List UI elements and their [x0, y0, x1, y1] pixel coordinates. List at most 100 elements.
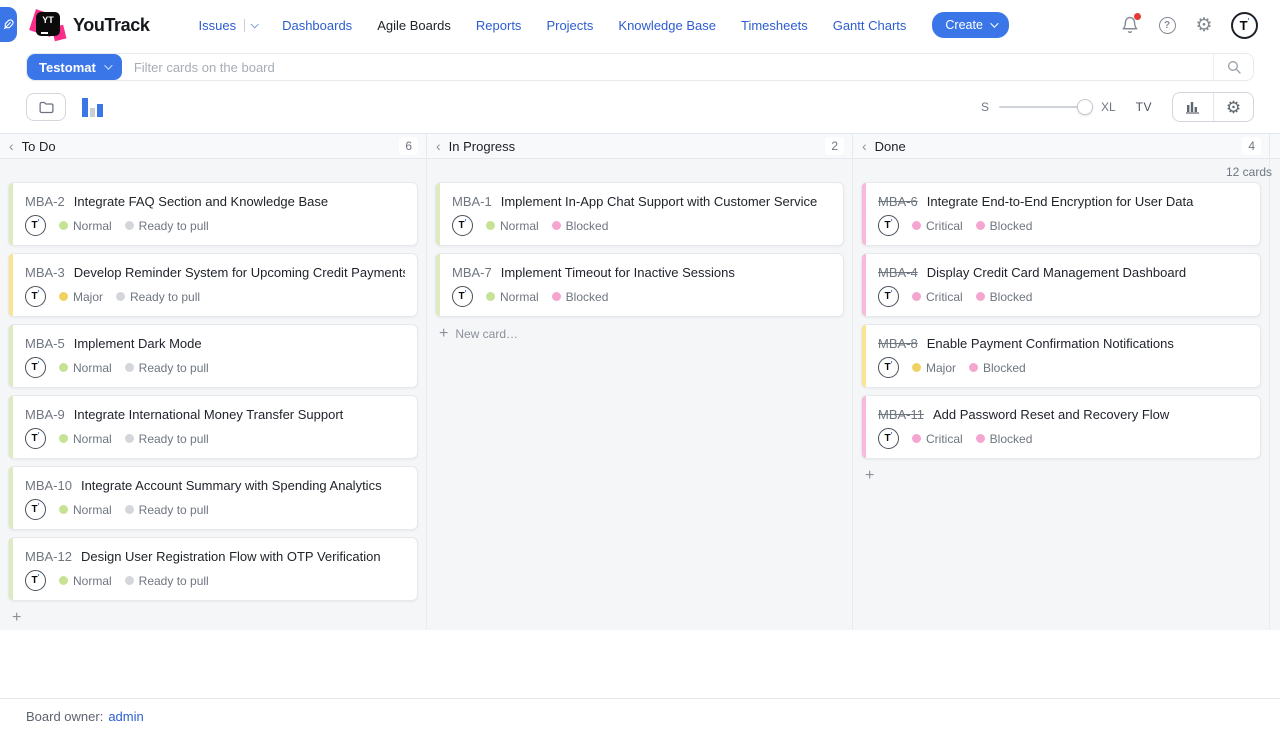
card-id[interactable]: MBA-4 — [878, 265, 918, 280]
column-to-do: MBA-2 Integrate FAQ Section and Knowledg… — [0, 159, 427, 630]
card-id[interactable]: MBA-5 — [25, 336, 65, 351]
card-title[interactable]: Implement Dark Mode — [74, 336, 202, 351]
board-card[interactable]: MBA-6 Integrate End-to-End Encryption fo… — [861, 182, 1261, 246]
card-title[interactable]: Integrate End-to-End Encryption for User… — [927, 194, 1194, 209]
card-id[interactable]: MBA-11 — [878, 407, 924, 422]
nav-item-reports[interactable]: Reports — [476, 18, 522, 33]
collapse-column-icon[interactable]: ‹ — [862, 139, 867, 153]
nav-item-projects[interactable]: Projects — [546, 18, 593, 33]
filter-cards-input[interactable] — [122, 54, 1213, 80]
create-button[interactable]: Create — [932, 12, 1009, 38]
board-card[interactable]: MBA-10 Integrate Account Summary with Sp… — [8, 466, 418, 530]
card-title[interactable]: Integrate Account Summary with Spending … — [81, 478, 382, 493]
assignee-avatar[interactable]: T' — [25, 570, 46, 591]
priority-badge: Normal — [59, 503, 112, 517]
assignee-avatar[interactable]: T' — [878, 428, 899, 449]
assignee-avatar[interactable]: T' — [25, 499, 46, 520]
card-title[interactable]: Integrate International Money Transfer S… — [74, 407, 344, 422]
priority-dot — [486, 292, 495, 301]
nav-item-issues[interactable]: Issues — [199, 18, 258, 33]
nav-item-knowledge-base[interactable]: Knowledge Base — [618, 18, 716, 33]
assignee-avatar[interactable]: T' — [452, 215, 473, 236]
board-card[interactable]: MBA-9 Integrate International Money Tran… — [8, 395, 418, 459]
column-name: Done — [875, 139, 906, 154]
board-selector-button[interactable]: Testomat — [27, 54, 122, 80]
app-title[interactable]: YouTrack — [73, 15, 150, 36]
youtrack-logo-icon[interactable]: YT — [34, 10, 64, 40]
state-label: Ready to pull — [139, 219, 209, 233]
card-title[interactable]: Enable Payment Confirmation Notification… — [927, 336, 1174, 351]
board-settings-button[interactable]: ⚙ — [1213, 93, 1253, 121]
help-icon: ? — [1159, 17, 1176, 34]
assignee-avatar[interactable]: T' — [878, 215, 899, 236]
board-card[interactable]: MBA-11 Add Password Reset and Recovery F… — [861, 395, 1261, 459]
column-count-badge: 6 — [399, 137, 418, 155]
card-id[interactable]: MBA-6 — [878, 194, 918, 209]
assignee-avatar[interactable]: T' — [878, 357, 899, 378]
tv-mode-button[interactable]: TV — [1136, 100, 1152, 114]
priority-label: Normal — [500, 219, 539, 233]
board-owner-link[interactable]: admin — [108, 709, 143, 724]
card-id[interactable]: MBA-8 — [878, 336, 918, 351]
card-id[interactable]: MBA-7 — [452, 265, 492, 280]
settings-button[interactable]: ⚙ — [1194, 15, 1214, 35]
assignee-avatar[interactable]: T' — [25, 357, 46, 378]
priority-dot — [912, 434, 921, 443]
card-id[interactable]: MBA-12 — [25, 549, 72, 564]
card-title[interactable]: Implement Timeout for Inactive Sessions — [501, 265, 735, 280]
priority-badge: Major — [59, 290, 103, 304]
new-card-button[interactable]: + — [861, 466, 1261, 484]
priority-dot — [912, 292, 921, 301]
nav-label: Gantt Charts — [833, 18, 907, 33]
board-card[interactable]: MBA-1 Implement In-App Chat Support with… — [435, 182, 844, 246]
nav-item-timesheets[interactable]: Timesheets — [741, 18, 808, 33]
board-card[interactable]: MBA-8 Enable Payment Confirmation Notifi… — [861, 324, 1261, 388]
search-button[interactable] — [1213, 54, 1253, 80]
new-card-button[interactable]: + — [8, 608, 418, 626]
nav-item-gantt-charts[interactable]: Gantt Charts — [833, 18, 907, 33]
board-card[interactable]: MBA-2 Integrate FAQ Section and Knowledg… — [8, 182, 418, 246]
card-id[interactable]: MBA-2 — [25, 194, 65, 209]
assignee-avatar[interactable]: T' — [25, 286, 46, 307]
card-title[interactable]: Integrate FAQ Section and Knowledge Base — [74, 194, 328, 209]
help-button[interactable]: ? — [1157, 15, 1177, 35]
nav-item-dashboards[interactable]: Dashboards — [282, 18, 352, 33]
card-title[interactable]: Implement In-App Chat Support with Custo… — [501, 194, 817, 209]
collapse-column-icon[interactable]: ‹ — [436, 139, 441, 153]
priority-stripe — [9, 396, 13, 458]
user-avatar[interactable]: T' — [1231, 12, 1258, 39]
assignee-avatar[interactable]: T' — [25, 215, 46, 236]
chevron-down-icon[interactable] — [251, 20, 259, 28]
priority-badge: Normal — [486, 219, 539, 233]
card-id[interactable]: MBA-3 — [25, 265, 65, 280]
priority-dot — [59, 221, 68, 230]
card-id[interactable]: MBA-9 — [25, 407, 65, 422]
board-card[interactable]: MBA-12 Design User Registration Flow wit… — [8, 537, 418, 601]
slider-handle[interactable] — [1077, 99, 1093, 115]
assignee-avatar[interactable]: T' — [452, 286, 473, 307]
card-title[interactable]: Add Password Reset and Recovery Flow — [933, 407, 1169, 422]
card-title[interactable]: Design User Registration Flow with OTP V… — [81, 549, 381, 564]
card-title[interactable]: Develop Reminder System for Upcoming Cre… — [74, 265, 405, 280]
board-chart-toggle[interactable] — [82, 98, 103, 117]
board-owner-label: Board owner: — [26, 709, 103, 724]
card-id[interactable]: MBA-10 — [25, 478, 72, 493]
board-card[interactable]: MBA-5 Implement Dark Mode T' Normal Read… — [8, 324, 418, 388]
board-folder-button[interactable] — [26, 93, 66, 121]
card-id[interactable]: MBA-1 — [452, 194, 492, 209]
board-analytics-button[interactable] — [1173, 93, 1213, 121]
card-size-slider[interactable] — [999, 99, 1091, 115]
assignee-avatar[interactable]: T' — [25, 428, 46, 449]
notifications-button[interactable] — [1120, 15, 1140, 35]
board-card[interactable]: MBA-4 Display Credit Card Management Das… — [861, 253, 1261, 317]
board-card[interactable]: MBA-7 Implement Timeout for Inactive Ses… — [435, 253, 844, 317]
state-badge: Ready to pull — [125, 361, 209, 375]
card-title[interactable]: Display Credit Card Management Dashboard — [927, 265, 1186, 280]
new-card-button[interactable]: + New card… — [435, 324, 844, 342]
nav-item-agile-boards[interactable]: Agile Boards — [377, 18, 451, 33]
board-card[interactable]: MBA-3 Develop Reminder System for Upcomi… — [8, 253, 418, 317]
feather-sidebar-tab[interactable] — [0, 7, 17, 42]
collapse-column-icon[interactable]: ‹ — [9, 139, 14, 153]
priority-stripe — [436, 183, 440, 245]
assignee-avatar[interactable]: T' — [878, 286, 899, 307]
